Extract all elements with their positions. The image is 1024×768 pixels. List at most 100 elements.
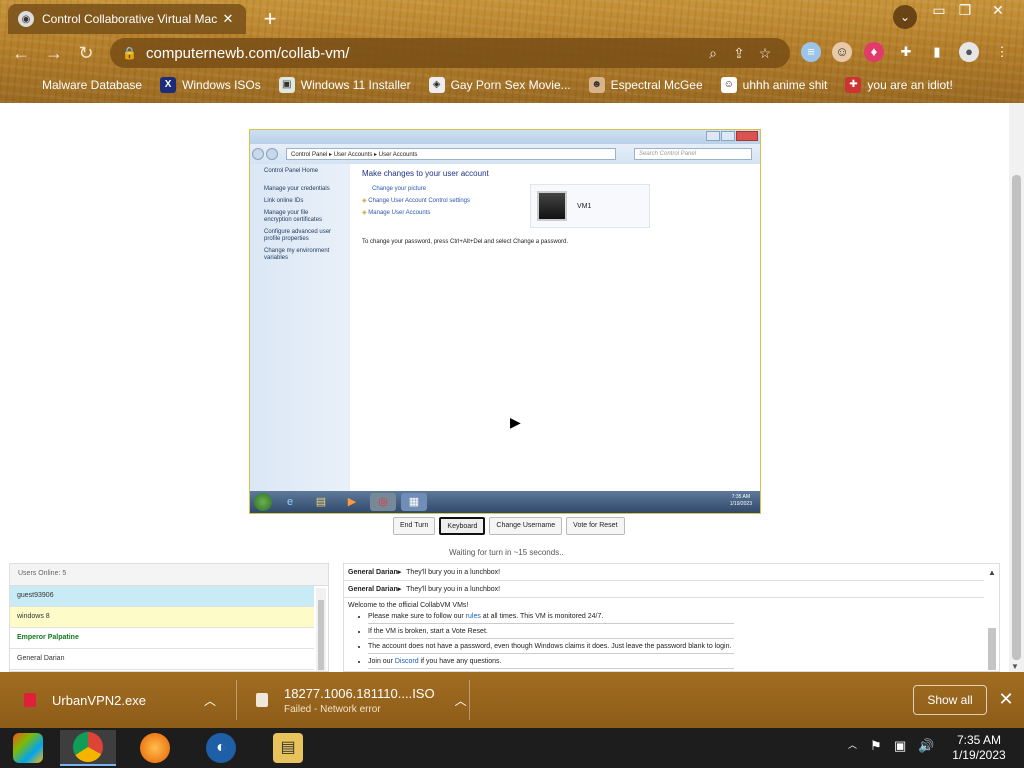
rules-link[interactable]: rules xyxy=(466,613,481,620)
bookmark-label: uhhh anime shit xyxy=(742,78,828,92)
vm-forward-icon[interactable] xyxy=(266,148,278,160)
users-scrollbar[interactable] xyxy=(316,588,326,671)
close-window-icon[interactable]: ✕ xyxy=(985,2,1011,19)
vm-minimize-icon[interactable] xyxy=(706,131,720,141)
vm-left-pane: Control Panel Home Manage your credentia… xyxy=(250,164,350,492)
face-icon: ☻ xyxy=(588,77,605,93)
vm-link-control-panel-home[interactable]: Control Panel Home xyxy=(264,168,336,175)
bookmark-anime[interactable]: ☺ uhhh anime shit xyxy=(720,77,828,93)
vm-link-credentials[interactable]: Manage your credentials xyxy=(264,186,336,193)
page-scrollbar[interactable]: ▼ xyxy=(1009,103,1024,672)
browser-tab[interactable]: ◉ Control Collaborative Virtual Mac ✕ xyxy=(8,4,246,34)
discord-post: if you have any questions. xyxy=(418,658,502,665)
lock-icon[interactable]: 🔒 xyxy=(122,46,137,60)
share-icon[interactable]: ⇪ xyxy=(726,45,752,62)
bookmark-movie[interactable]: ◈ Gay Porn Sex Movie... xyxy=(428,77,571,93)
vm-main-pane: Make changes to your user account Change… xyxy=(350,164,760,492)
user-picture[interactable] xyxy=(537,191,567,221)
vm-breadcrumb[interactable]: Control Panel ▸ User Accounts ▸ User Acc… xyxy=(286,148,616,160)
chat-scrollbar[interactable]: ▲ xyxy=(986,566,998,671)
windows-app-icon xyxy=(13,733,43,763)
back-icon[interactable]: ← xyxy=(10,42,32,64)
vm-search-input[interactable]: Search Control Panel xyxy=(634,148,752,160)
bookmark-espectral-mcgee[interactable]: ☻ Espectral McGee xyxy=(588,77,703,93)
vm-link-encryption[interactable]: Manage your file encryption certificates xyxy=(264,210,336,224)
chat-username: General Darian▸ xyxy=(348,569,402,576)
chevron-up-icon[interactable]: ︿ xyxy=(848,738,857,751)
vm-link-profile[interactable]: Configure advanced user profile properti… xyxy=(264,229,336,243)
user-row[interactable]: Emperor Palpatine xyxy=(10,628,314,649)
downloads-bar: UrbanVPN2.exe ︿ 18277.1006.181110....ISO… xyxy=(0,672,1024,728)
vm-close-icon[interactable] xyxy=(736,131,758,141)
vm-clock-time: 7:35 AM xyxy=(731,494,751,500)
broken-item: If the VM is broken, start a Vote Reset. xyxy=(368,626,734,639)
restore-icon[interactable]: ❐ xyxy=(952,2,978,19)
taskbar-chrome[interactable] xyxy=(60,730,116,766)
page-scroll-thumb[interactable] xyxy=(1012,175,1021,660)
chevron-up-icon[interactable]: ︿ xyxy=(455,692,467,709)
user-row[interactable]: guest93906 xyxy=(10,586,314,607)
vm-screen[interactable]: Control Panel ▸ User Accounts ▸ User Acc… xyxy=(249,129,761,514)
flag-extension-icon[interactable]: ≡ xyxy=(801,42,821,62)
network-icon[interactable]: ▣ xyxy=(894,738,906,754)
close-downloads-icon[interactable]: ✕ xyxy=(996,689,1016,710)
vm-window-titlebar[interactable] xyxy=(250,130,760,144)
scroll-down-icon[interactable]: ▼ xyxy=(1011,662,1019,671)
bookmark-star-icon[interactable]: ☆ xyxy=(752,45,778,62)
vote-reset-button[interactable]: Vote for Reset xyxy=(566,517,625,535)
url-text[interactable]: computernewb.com/collab-vm/ xyxy=(146,45,700,62)
vm-chrome-icon[interactable]: ◎ xyxy=(370,493,396,511)
bookmark-malware-database[interactable]: Malware Database xyxy=(20,77,142,93)
change-username-button[interactable]: Change Username xyxy=(489,517,563,535)
extensions-puzzle-icon[interactable]: ✚ xyxy=(896,42,916,62)
reload-icon[interactable]: ↻ xyxy=(75,42,97,64)
vm-explorer-icon[interactable]: ▤ xyxy=(308,493,334,511)
vm-ie-icon[interactable]: e xyxy=(277,493,303,511)
vm-media-icon[interactable]: ▶ xyxy=(339,493,365,511)
user-row[interactable]: windows 8 xyxy=(10,607,314,628)
show-all-button[interactable]: Show all xyxy=(913,685,987,715)
uk-flag-icon: ✚ xyxy=(845,77,862,93)
volume-icon[interactable]: 🔊 xyxy=(918,738,934,754)
vm-taskbar: e ▤ ▶ ◎ ▦ 7:35 AM 1/19/2023 xyxy=(250,491,760,513)
keyboard-button[interactable]: Keyboard xyxy=(439,517,486,535)
download-item[interactable]: 18277.1006.181110....ISO Failed - Networ… xyxy=(256,672,467,728)
vm-link-uac-label: Change User Account Control settings xyxy=(368,198,471,204)
new-tab-icon[interactable]: + xyxy=(258,6,282,32)
vm-back-icon[interactable] xyxy=(252,148,264,160)
bookmark-you-are-an-idiot[interactable]: ✚ you are an idiot! xyxy=(845,77,953,93)
bookmark-windows-11-installer[interactable]: ▣ Windows 11 Installer xyxy=(278,77,411,93)
vm-maximize-icon[interactable] xyxy=(721,131,735,141)
tab-search-icon[interactable]: ⌄ xyxy=(893,5,917,29)
end-turn-button[interactable]: End Turn xyxy=(393,517,436,535)
taskbar-app-4[interactable]: ◐ xyxy=(193,730,249,766)
menu-icon[interactable]: ⋮ xyxy=(992,42,1012,62)
zoom-icon[interactable]: ⌕ xyxy=(700,45,726,62)
minimize-icon[interactable]: ▭ xyxy=(926,2,952,19)
profile-icon[interactable]: ● xyxy=(959,42,979,62)
collabvm-favicon-icon: ◉ xyxy=(18,11,34,27)
side-panel-icon[interactable]: ▮ xyxy=(927,42,947,62)
taskbar-firefox[interactable] xyxy=(127,730,183,766)
vm-link-env[interactable]: Change my environment variables xyxy=(264,248,336,262)
close-tab-icon[interactable]: ✕ xyxy=(220,11,236,27)
bookmark-windows-isos[interactable]: X Windows ISOs xyxy=(160,77,261,93)
scroll-up-icon[interactable]: ▲ xyxy=(988,568,996,577)
vpn-extension-icon[interactable]: ♦ xyxy=(864,42,884,62)
download-item[interactable]: UrbanVPN2.exe ︿ xyxy=(24,672,216,728)
vm-link-online-ids[interactable]: Link online IDs xyxy=(264,198,336,205)
address-bar[interactable]: 🔒 computernewb.com/collab-vm/ ⌕ ⇪ ☆ xyxy=(110,38,790,68)
discord-link[interactable]: Discord xyxy=(395,658,419,665)
taskbar-explorer[interactable]: ▤ xyxy=(260,730,316,766)
vm-start-icon[interactable] xyxy=(254,493,272,511)
taskbar-app-1[interactable] xyxy=(0,730,56,766)
forward-icon[interactable]: → xyxy=(43,42,65,64)
bookmark-label: Malware Database xyxy=(42,78,143,92)
vm-control-panel-icon[interactable]: ▦ xyxy=(401,493,427,511)
flag-icon[interactable]: ⚑ xyxy=(870,738,882,754)
user-row[interactable]: General Darian xyxy=(10,649,314,670)
system-clock[interactable]: 7:35 AM 1/19/2023 xyxy=(944,733,1014,763)
vm-clock[interactable]: 7:35 AM 1/19/2023 xyxy=(730,494,752,508)
avatar-extension-icon[interactable]: ☺ xyxy=(832,42,852,62)
chevron-up-icon[interactable]: ︿ xyxy=(204,692,216,709)
